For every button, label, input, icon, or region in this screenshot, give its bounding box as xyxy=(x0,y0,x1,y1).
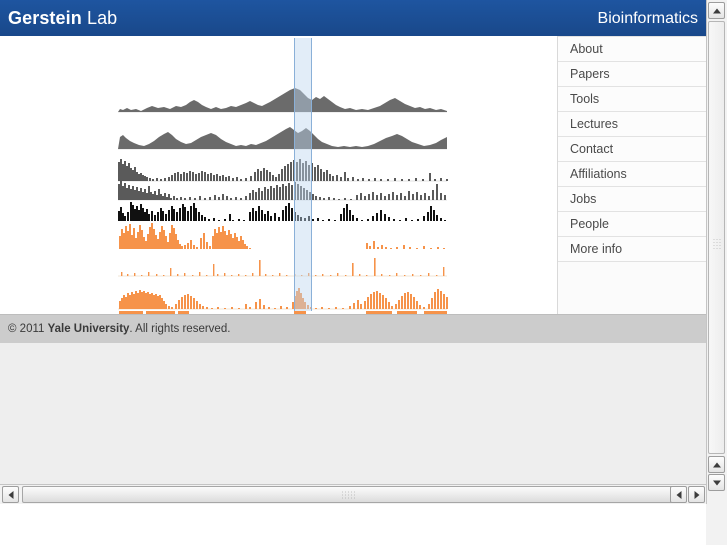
track-5-signal-black xyxy=(118,202,446,221)
triangle-left-icon xyxy=(676,490,681,499)
sidebar-item-papers[interactable]: Papers xyxy=(558,62,706,87)
sidebar-item-jobs[interactable]: Jobs xyxy=(558,187,706,212)
genome-browser-figure xyxy=(0,36,557,314)
triangle-down-icon xyxy=(712,480,721,485)
highlight-region-band[interactable] xyxy=(294,38,312,311)
sidebar-item-lectures[interactable]: Lectures xyxy=(558,112,706,137)
vertical-scroll-thumb[interactable] xyxy=(708,21,725,454)
track-2-signal-dark xyxy=(118,127,447,149)
scroll-thumb-grip-icon xyxy=(712,238,721,251)
site-brand[interactable]: Gerstein Lab xyxy=(8,8,117,29)
brand-light-text: Lab xyxy=(86,8,118,28)
track-8-signal-orange xyxy=(119,288,448,309)
sidebar-navigation: About Papers Tools Lectures Contact Affi… xyxy=(557,36,706,314)
genome-tracks-svg xyxy=(118,88,448,314)
track-6-signal-orange xyxy=(119,223,445,249)
browser-viewport: Gerstein Lab Bioinformatics About Papers… xyxy=(0,0,706,484)
sidebar-item-affiliations[interactable]: Affiliations xyxy=(558,162,706,187)
track-3-signal-dark xyxy=(118,159,448,181)
scroll-right-button[interactable] xyxy=(688,486,705,503)
copyright-text: © 2011 Yale University. All rights reser… xyxy=(8,323,230,335)
sidebar-item-people[interactable]: People xyxy=(558,212,706,237)
scroll-left-button[interactable] xyxy=(2,486,19,503)
track-1-signal-dark xyxy=(118,88,447,112)
sidebar-item-contact[interactable]: Contact xyxy=(558,137,706,162)
site-footer: © 2011 Yale University. All rights reser… xyxy=(0,314,706,343)
scroll-down-button[interactable] xyxy=(708,474,725,491)
vertical-scrollbar[interactable] xyxy=(706,0,727,545)
page-content: About Papers Tools Lectures Contact Affi… xyxy=(0,36,706,314)
track-4-signal-dark xyxy=(118,181,446,200)
triangle-left-icon xyxy=(8,490,13,499)
scroll-left-button-secondary[interactable] xyxy=(670,486,687,503)
scroll-up-button-secondary[interactable] xyxy=(708,456,725,473)
sidebar-item-about[interactable]: About xyxy=(558,36,706,62)
copyright-prefix: © 2011 xyxy=(8,323,48,335)
site-header: Gerstein Lab Bioinformatics xyxy=(0,0,706,36)
triangle-up-icon xyxy=(712,462,721,467)
window-bottom-area xyxy=(0,504,706,545)
sidebar-item-more-info[interactable]: More info xyxy=(558,237,706,262)
copyright-suffix: . All rights reserved. xyxy=(129,323,231,335)
page-empty-area xyxy=(0,343,706,484)
copyright-organization: Yale University xyxy=(47,323,130,335)
brand-bold-text: Gerstein xyxy=(8,8,82,28)
scrollbar-corner xyxy=(706,504,727,545)
triangle-up-icon xyxy=(712,8,721,13)
track-7-signal-orange xyxy=(121,258,445,276)
figure-pane xyxy=(0,36,557,314)
scroll-thumb-grip-icon xyxy=(341,490,355,499)
triangle-right-icon xyxy=(694,490,699,499)
site-tagline: Bioinformatics xyxy=(597,10,698,27)
horizontal-scrollbar[interactable] xyxy=(0,484,706,504)
scroll-up-button[interactable] xyxy=(708,2,725,19)
sidebar-item-tools[interactable]: Tools xyxy=(558,87,706,112)
horizontal-scroll-thumb[interactable] xyxy=(22,486,674,503)
